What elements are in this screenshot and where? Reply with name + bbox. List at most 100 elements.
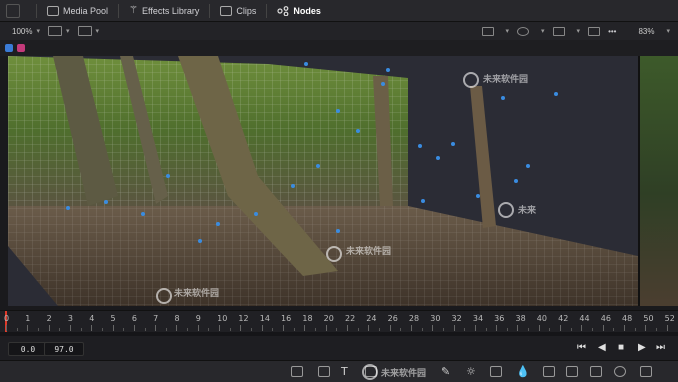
ruler-tick bbox=[283, 325, 285, 331]
ruler-tick bbox=[197, 325, 199, 331]
chevron-down-icon[interactable]: ▾ bbox=[96, 27, 100, 35]
ruler-tick-label: 10 bbox=[217, 314, 228, 323]
roi-icon[interactable] bbox=[481, 26, 494, 36]
viewer-substrip bbox=[0, 40, 678, 56]
ruler-minor-tick bbox=[165, 328, 167, 331]
play-reverse-button[interactable]: ◀ bbox=[598, 342, 606, 353]
ruler-tick bbox=[517, 325, 519, 331]
rectangle-mask-icon[interactable] bbox=[590, 366, 602, 377]
color-chip-magenta-icon[interactable] bbox=[17, 44, 25, 52]
nodes-icon bbox=[277, 5, 289, 16]
composition-viewer[interactable]: 未来软件园 未来 未来软件园 未来软件园 bbox=[8, 56, 638, 306]
divider bbox=[266, 3, 268, 18]
ruler-tick bbox=[240, 325, 242, 331]
ruler-minor-tick bbox=[378, 328, 380, 331]
fullscreen-icon[interactable] bbox=[588, 26, 601, 36]
chevron-down-icon[interactable]: ▾ bbox=[577, 27, 581, 35]
ruler-minor-tick bbox=[144, 328, 146, 331]
ruler-tick-label: 36 bbox=[494, 314, 505, 323]
ruler-tick-label: 28 bbox=[408, 314, 420, 323]
light-tool-icon[interactable]: ☼ bbox=[466, 365, 476, 378]
go-to-start-button[interactable]: ⏮ bbox=[577, 342, 586, 353]
ruler-tick bbox=[346, 325, 348, 331]
ruler-tick-label: 4 bbox=[89, 314, 95, 323]
polygon-mask-icon[interactable] bbox=[640, 366, 652, 377]
tab-nodes[interactable]: Nodes bbox=[273, 0, 325, 22]
ruler-minor-tick bbox=[80, 328, 82, 331]
ruler-tick-label: 18 bbox=[302, 314, 313, 323]
ruler-minor-tick bbox=[16, 328, 18, 331]
ruler-tick-label: 24 bbox=[366, 314, 377, 323]
divider bbox=[36, 3, 37, 18]
viewer-zoom-right[interactable]: 83% bbox=[638, 27, 654, 36]
watermark-text: 未来 bbox=[518, 205, 537, 215]
ruler-tick bbox=[581, 325, 583, 331]
chevron-down-icon[interactable]: ▾ bbox=[36, 27, 40, 35]
layout-icon[interactable] bbox=[47, 26, 62, 36]
ruler-tick bbox=[304, 325, 306, 331]
color-chip-blue-icon[interactable] bbox=[5, 44, 13, 52]
ruler-tick-label: 1 bbox=[25, 314, 31, 323]
ruler-tick bbox=[602, 325, 604, 331]
ruler-tick-label: 8 bbox=[174, 314, 180, 323]
chevron-down-icon[interactable]: ▾ bbox=[66, 27, 70, 35]
ruler-minor-tick bbox=[315, 328, 317, 331]
end-timecode-field[interactable]: 97.0 bbox=[44, 342, 84, 356]
media-pool-icon bbox=[47, 5, 59, 16]
grid-icon[interactable] bbox=[552, 26, 565, 36]
tab-media-pool[interactable]: Media Pool bbox=[43, 0, 112, 22]
chevron-down-icon[interactable]: ▾ bbox=[506, 27, 510, 35]
timeline-ruler[interactable]: 0 1 2 3 4 5 6 7 8 9 10 12 14 16 18 20 22 24 26 28 30 32 34 36 38… bbox=[0, 310, 678, 335]
paint-tool-icon[interactable] bbox=[318, 366, 330, 377]
ruler-minor-tick bbox=[528, 328, 530, 331]
ruler-tick bbox=[325, 325, 327, 331]
ruler-tick-label: 34 bbox=[472, 314, 484, 323]
ruler-tick bbox=[27, 325, 29, 331]
ruler-tick-label: 44 bbox=[579, 314, 590, 323]
ruler-tick-label: 26 bbox=[387, 314, 398, 323]
ellipse-mask-icon[interactable] bbox=[614, 366, 626, 377]
text-tool-icon[interactable]: T bbox=[341, 365, 348, 378]
ruler-tick bbox=[432, 325, 434, 331]
ruler-tick-label: 7 bbox=[153, 314, 159, 323]
viewer-zoom-left[interactable]: 100% bbox=[12, 27, 32, 36]
ruler-minor-tick bbox=[357, 328, 359, 331]
go-to-end-button[interactable]: ⏭ bbox=[656, 342, 665, 353]
stop-button[interactable]: ■ bbox=[618, 342, 624, 353]
view-options-icon[interactable] bbox=[77, 26, 92, 36]
ruler-tick bbox=[6, 325, 7, 331]
ruler-minor-tick bbox=[400, 328, 402, 331]
ruler-minor-tick bbox=[506, 328, 508, 331]
tab-label: Clips bbox=[236, 5, 257, 16]
ruler-tick bbox=[48, 325, 50, 331]
watermark-text: 未来软件园 bbox=[346, 246, 392, 256]
ruler-tick-label: 9 bbox=[195, 314, 201, 323]
ruler-minor-tick bbox=[37, 328, 39, 331]
play-button[interactable]: ▶ bbox=[638, 342, 646, 353]
ruler-tick-label: 30 bbox=[430, 314, 441, 323]
watermark-text: 未来软件园 bbox=[483, 74, 529, 84]
ruler-tick bbox=[453, 325, 455, 331]
tab-effects-library[interactable]: ⚚ Effects Library bbox=[125, 0, 203, 22]
tab-clips[interactable]: Clips bbox=[216, 0, 260, 22]
more-options-icon[interactable]: ••• bbox=[608, 27, 616, 36]
ruler-tick bbox=[560, 325, 562, 331]
tab-label: Nodes bbox=[293, 5, 321, 16]
mask-tool-icon[interactable] bbox=[566, 366, 578, 377]
ruler-minor-tick bbox=[272, 328, 274, 331]
blur-tool-icon[interactable]: 💧 bbox=[516, 365, 530, 378]
brush-tool-icon[interactable]: ✎ bbox=[441, 365, 450, 378]
ruler-tick bbox=[69, 325, 71, 331]
start-timecode-field[interactable]: 0.0 bbox=[8, 342, 48, 356]
chevron-down-icon[interactable]: ▾ bbox=[666, 27, 670, 35]
transform-tool-icon[interactable] bbox=[490, 366, 502, 377]
chevron-down-icon[interactable]: ▾ bbox=[541, 27, 545, 35]
color-picker-icon[interactable] bbox=[517, 26, 530, 36]
ruler-minor-tick bbox=[336, 328, 338, 331]
color-corrector-icon[interactable] bbox=[543, 366, 555, 377]
ruler-minor-tick bbox=[421, 328, 423, 331]
background-tool-icon[interactable] bbox=[291, 366, 303, 377]
ruler-minor-tick bbox=[101, 328, 103, 331]
ruler-tick-label: 52 bbox=[664, 314, 675, 323]
workspace-menu-icon[interactable] bbox=[6, 3, 20, 18]
